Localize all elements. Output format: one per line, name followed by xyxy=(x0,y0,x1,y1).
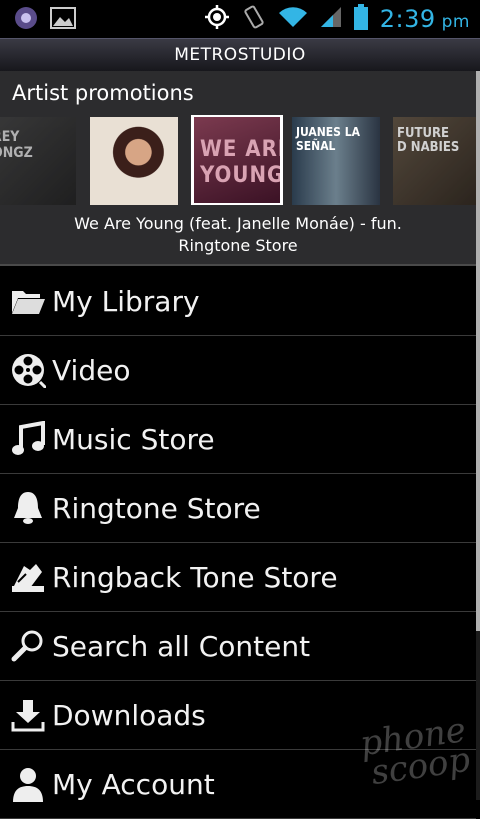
menu-item-label: Ringtone Store xyxy=(52,491,261,525)
promotion-caption[interactable]: We Are Young (feat. Janelle Monáe) - fun… xyxy=(0,213,476,257)
gallery-icon xyxy=(50,7,76,33)
menu-item-label: Search all Content xyxy=(52,629,311,663)
download-icon xyxy=(6,693,50,737)
menu-item-ringtone-store[interactable]: Ringtone Store xyxy=(0,474,476,543)
music-note-icon xyxy=(6,417,50,461)
app-title: METROSTUDIO xyxy=(174,45,306,65)
menu-item-my-library[interactable]: My Library xyxy=(0,267,476,336)
menu-item-label: Music Store xyxy=(52,422,215,456)
album-cover[interactable]: REY ONGZ xyxy=(0,117,76,205)
menu-item-label: My Library xyxy=(52,284,200,318)
album-cover-selected[interactable]: WE ARE YOUNG xyxy=(191,115,283,205)
film-reel-icon xyxy=(6,348,50,392)
person-icon xyxy=(6,762,50,806)
promotion-title: We Are Young (feat. Janelle Monáe) - fun… xyxy=(74,214,402,233)
album-cover-text: JUANES LA SEÑAL xyxy=(296,125,360,153)
folder-icon xyxy=(6,279,50,323)
album-cover-text: REY ONGZ xyxy=(0,129,33,161)
menu-item-label: Video xyxy=(52,353,131,387)
wifi-icon xyxy=(278,6,308,32)
promotion-store: Ringtone Store xyxy=(178,236,298,255)
clock-ampm: pm xyxy=(441,12,470,32)
menu-item-label: My Account xyxy=(52,767,215,801)
artist-promotions-panel: Artist promotions REY ONGZ WE ARE YOUNG … xyxy=(0,71,476,266)
status-bar: 2:39 pm xyxy=(0,0,480,38)
menu-item-video[interactable]: Video xyxy=(0,336,476,405)
scrollbar[interactable] xyxy=(476,71,480,800)
app-icon xyxy=(14,6,38,34)
menu-item-label: Downloads xyxy=(52,698,206,732)
promotions-heading: Artist promotions xyxy=(12,81,194,105)
clock-time: 2:39 xyxy=(379,5,436,33)
menu-item-ringback-tone-store[interactable]: Ringback Tone Store xyxy=(0,543,476,612)
menu-item-label: Ringback Tone Store xyxy=(52,560,338,594)
app-title-bar: METROSTUDIO xyxy=(0,38,480,72)
album-cover[interactable] xyxy=(90,117,178,205)
bell-icon xyxy=(6,486,50,530)
album-cover-text: FUTURE D NABIES xyxy=(397,126,460,155)
vibrate-icon xyxy=(242,4,266,34)
phonescoop-watermark: phone scoop xyxy=(357,710,472,793)
album-cover-text: WE ARE YOUNG xyxy=(200,137,283,188)
search-icon xyxy=(6,624,50,668)
clock: 2:39 pm xyxy=(380,5,470,33)
album-carousel[interactable]: REY ONGZ WE ARE YOUNG JUANES LA SEÑAL FU… xyxy=(0,115,476,205)
gps-icon xyxy=(204,4,230,34)
battery-icon xyxy=(353,4,368,34)
album-cover[interactable]: JUANES LA SEÑAL xyxy=(292,117,380,205)
menu-item-search-all-content[interactable]: Search all Content xyxy=(0,612,476,681)
signal-icon xyxy=(320,6,342,32)
scrollbar-thumb[interactable] xyxy=(476,71,480,631)
album-cover[interactable]: FUTURE D NABIES xyxy=(393,117,476,205)
menu-item-music-store[interactable]: Music Store xyxy=(0,405,476,474)
ringback-phone-icon xyxy=(6,555,50,599)
